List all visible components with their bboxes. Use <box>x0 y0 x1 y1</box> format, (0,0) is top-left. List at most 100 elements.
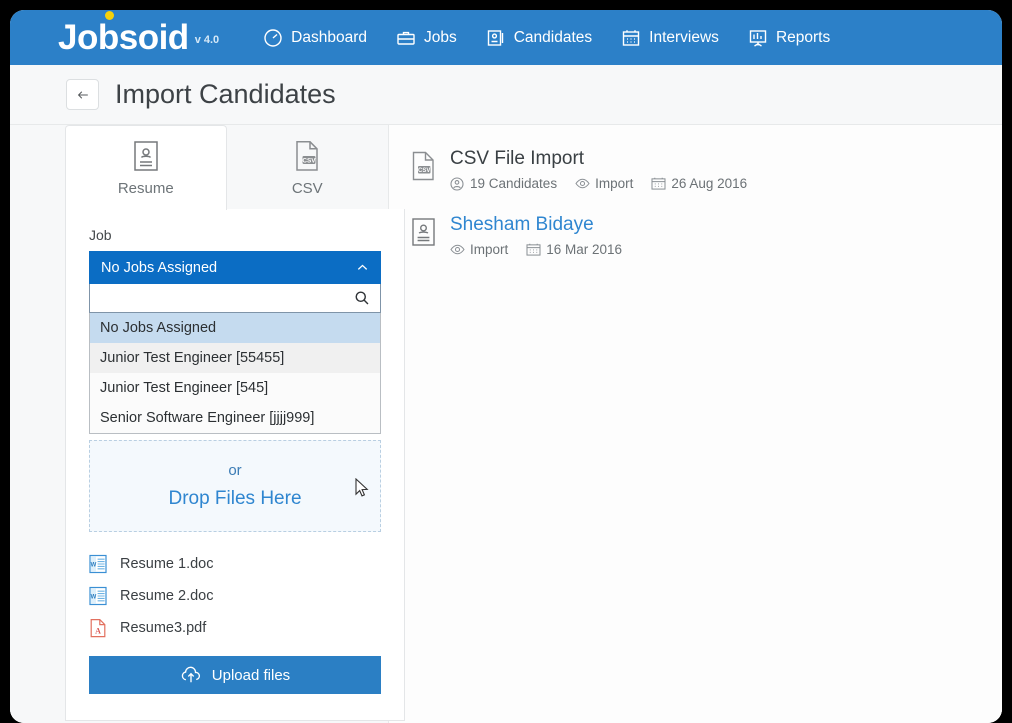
page-title: Import Candidates <box>115 79 336 109</box>
import-meta: 19 Candidates Import 26 Aug 2016 <box>450 176 747 191</box>
tab-label-resume: Resume <box>117 180 174 197</box>
file-name: Resume3.pdf <box>120 620 207 636</box>
job-option-label: No Jobs Assigned <box>100 320 217 336</box>
resume-import-panel: Job No Jobs Assigned No Jobs Assigned Ju… <box>65 209 405 721</box>
search-icon[interactable] <box>354 290 370 306</box>
upload-button-label: Upload files <box>211 666 291 684</box>
bar-chart-icon <box>748 28 768 48</box>
meta-candidates: 19 Candidates <box>450 176 557 191</box>
job-select-options: No Jobs Assigned Junior Test Engineer [5… <box>89 313 381 434</box>
job-select-value: No Jobs Assigned <box>101 259 218 276</box>
word-doc-icon: W <box>89 586 107 606</box>
nav-label-jobs: Jobs <box>423 28 457 46</box>
meta-date: 16 Mar 2016 <box>526 242 622 257</box>
import-icon <box>575 177 590 191</box>
meta-text: 26 Aug 2016 <box>671 176 748 191</box>
mouse-cursor <box>355 477 371 505</box>
job-option-label: Junior Test Engineer [545] <box>100 380 269 396</box>
job-field-label: Job <box>89 227 112 243</box>
job-option-1[interactable]: Junior Test Engineer [55455] <box>90 343 380 373</box>
nav-items: Dashboard Jobs Candidates Interviews Rep… <box>261 24 832 52</box>
import-title[interactable]: Shesham Bidaye <box>450 213 622 237</box>
meta-text: 16 Mar 2016 <box>546 242 623 257</box>
file-dropzone[interactable]: or Drop Files Here <box>89 440 381 532</box>
brand-dot-icon <box>105 11 114 20</box>
file-name: Resume 1.doc <box>120 556 214 572</box>
tab-csv[interactable]: CSV CSV <box>227 125 388 210</box>
id-card-icon <box>486 28 506 48</box>
resume-document-icon <box>411 217 436 247</box>
csv-file-icon: CSV <box>294 139 320 173</box>
calendar-icon <box>526 243 541 257</box>
tab-label-csv: CSV <box>291 179 323 197</box>
import-icon <box>450 243 465 257</box>
calendar-icon <box>621 28 641 48</box>
dropzone-or-text: or <box>228 462 242 479</box>
job-select-search-row <box>89 284 381 313</box>
nav-item-candidates[interactable]: Candidates <box>484 24 594 52</box>
job-option-label: Junior Test Engineer [55455] <box>100 350 285 366</box>
nav-item-interviews[interactable]: Interviews <box>619 24 721 52</box>
upload-files-button[interactable]: Upload files <box>89 656 381 694</box>
app-window: Jobsoid v 4.0 Dashboard Jobs Candidates … <box>10 10 1002 723</box>
back-button[interactable] <box>66 79 99 110</box>
list-item[interactable]: W Resume 2.doc <box>89 580 381 612</box>
selected-files-list: W Resume 1.doc W Resume 2.doc A Resume3.… <box>89 548 381 644</box>
import-history-column: CSV CSV File Import 19 Candidates Import… <box>388 125 1002 723</box>
word-doc-icon: W <box>89 554 107 574</box>
meta-text: Import <box>470 242 509 257</box>
nav-item-reports[interactable]: Reports <box>746 24 832 52</box>
page-title-bar: Import Candidates <box>10 65 1002 125</box>
nav-label-candidates: Candidates <box>513 28 593 46</box>
import-details: Shesham Bidaye Import 16 Mar 2016 <box>450 213 622 257</box>
import-form-column: Resume CSV CSV Job No Jobs Assigned No J… <box>10 125 405 723</box>
job-option-2[interactable]: Junior Test Engineer [545] <box>90 373 380 403</box>
top-navigation-bar: Jobsoid v 4.0 Dashboard Jobs Candidates … <box>10 10 1002 65</box>
job-option-0[interactable]: No Jobs Assigned <box>90 313 380 343</box>
resume-document-icon <box>133 139 159 173</box>
import-meta: Import 16 Mar 2016 <box>450 242 622 257</box>
pdf-file-icon: A <box>89 618 107 638</box>
job-search-input[interactable] <box>100 290 354 306</box>
candidate-icon <box>450 176 464 191</box>
nav-label-interviews: Interviews <box>649 28 719 46</box>
tab-resume[interactable]: Resume <box>65 125 227 210</box>
svg-text:W: W <box>91 563 97 569</box>
meta-text: 19 Candidates <box>470 176 558 191</box>
list-item[interactable]: W Resume 1.doc <box>89 548 381 580</box>
meta-source: Import <box>450 242 508 257</box>
brand-name: Jobsoid <box>58 17 189 57</box>
dashboard-gauge-icon <box>263 28 283 48</box>
arrow-left-icon <box>77 90 88 99</box>
brand-version: v 4.0 <box>194 33 220 46</box>
svg-text:CSV: CSV <box>418 168 430 174</box>
svg-text:W: W <box>91 595 97 601</box>
nav-item-dashboard[interactable]: Dashboard <box>261 24 369 52</box>
import-title: CSV File Import <box>450 148 585 169</box>
briefcase-icon <box>396 28 416 48</box>
cloud-upload-icon <box>180 666 202 684</box>
dropzone-main-text: Drop Files Here <box>168 488 302 509</box>
list-item[interactable]: A Resume3.pdf <box>89 612 381 644</box>
job-option-3[interactable]: Senior Software Engineer [jjjj999] <box>90 403 380 433</box>
job-select-toggle[interactable]: No Jobs Assigned <box>89 251 381 284</box>
meta-source: Import <box>575 176 633 191</box>
page-body: Resume CSV CSV Job No Jobs Assigned No J… <box>10 125 1002 723</box>
nav-item-jobs[interactable]: Jobs <box>394 24 459 52</box>
svg-text:CSV: CSV <box>303 157 317 164</box>
job-option-label: Senior Software Engineer [jjjj999] <box>100 410 315 426</box>
import-details: CSV File Import 19 Candidates Import 26 … <box>450 147 747 191</box>
calendar-icon <box>651 177 666 191</box>
list-item[interactable]: CSV CSV File Import 19 Candidates Import… <box>409 147 1002 191</box>
csv-file-icon: CSV <box>411 151 436 181</box>
nav-label-dashboard: Dashboard <box>291 28 367 46</box>
brand-logo[interactable]: Jobsoid v 4.0 <box>58 11 220 57</box>
meta-text: Import <box>595 176 634 191</box>
nav-label-reports: Reports <box>775 28 831 46</box>
svg-text:A: A <box>95 626 101 635</box>
import-type-tabs: Resume CSV CSV <box>65 125 388 210</box>
list-item[interactable]: Shesham Bidaye Import 16 Mar 2016 <box>409 213 1002 257</box>
job-select: No Jobs Assigned No Jobs Assigned Junior… <box>89 251 381 434</box>
file-name: Resume 2.doc <box>120 588 214 604</box>
meta-date: 26 Aug 2016 <box>651 176 747 191</box>
